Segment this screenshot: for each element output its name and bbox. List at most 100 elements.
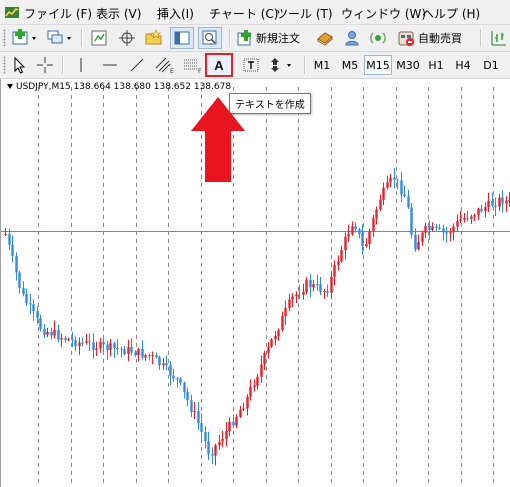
menu-window[interactable]: ウィンドウ (W) xyxy=(341,5,426,22)
ohlc-close: 138.678 xyxy=(193,82,232,92)
candle-body xyxy=(64,338,67,340)
menu-file[interactable]: ファイル (F) xyxy=(24,5,92,22)
community-button[interactable] xyxy=(341,27,363,49)
app-icon xyxy=(5,7,19,18)
period-m15[interactable]: M15 xyxy=(364,55,392,75)
candle-body xyxy=(88,341,91,343)
cursor-button[interactable] xyxy=(9,54,29,76)
candle-body xyxy=(4,233,7,235)
candle-body xyxy=(176,378,179,380)
arrows-button[interactable] xyxy=(266,54,298,76)
toolbar-grip[interactable] xyxy=(3,56,6,74)
symbol-label: USDJPY,M15 xyxy=(16,82,71,92)
candle-body xyxy=(141,348,144,358)
period-m30[interactable]: M30 xyxy=(394,55,422,75)
svg-text:E: E xyxy=(170,68,174,74)
svg-text:F: F xyxy=(198,68,202,74)
candle-body xyxy=(298,294,301,296)
menu-insert[interactable]: 挿入(I) xyxy=(157,5,194,22)
candle-body xyxy=(29,303,32,305)
candle-body xyxy=(288,299,291,308)
candle-body xyxy=(218,441,221,446)
menu-chart[interactable]: チャート (C) xyxy=(209,5,278,22)
candle-body xyxy=(393,177,396,180)
ohlc-low: 138.652 xyxy=(153,82,191,92)
candle-body xyxy=(396,179,399,181)
favorites-button[interactable] xyxy=(143,27,165,49)
candle-body xyxy=(81,342,84,344)
equidistant-channel-button[interactable]: E xyxy=(152,54,176,76)
crosshair-tool-button[interactable] xyxy=(34,54,56,76)
navigator-button[interactable] xyxy=(170,27,194,49)
candle-body xyxy=(225,431,228,439)
candle-body xyxy=(368,231,371,245)
collapse-triangle-icon[interactable] xyxy=(7,84,13,89)
candle-body xyxy=(494,205,497,207)
menu-view[interactable]: 表示 (V) xyxy=(96,5,141,22)
market-watch-button[interactable] xyxy=(88,27,110,49)
terminal-button[interactable] xyxy=(198,27,222,49)
metaeditor-button[interactable] xyxy=(314,27,336,49)
price-chart[interactable] xyxy=(1,79,510,487)
candle-body xyxy=(449,232,452,234)
auto-trading-button[interactable]: 自動売買 xyxy=(396,27,472,49)
period-m5[interactable]: M5 xyxy=(337,55,363,75)
navigator-icon xyxy=(174,31,190,45)
standard-toolbar: 新規注文 自動売買 xyxy=(0,25,510,52)
candle-body xyxy=(407,196,410,208)
candle-body xyxy=(95,348,98,350)
toolbar-grip[interactable] xyxy=(3,29,6,47)
candle-body xyxy=(305,279,308,292)
period-d1[interactable]: D1 xyxy=(478,55,504,75)
book-icon xyxy=(317,32,333,46)
candle-body xyxy=(365,244,368,247)
period-m1[interactable]: M1 xyxy=(309,55,335,75)
candle-body xyxy=(312,284,315,288)
vertical-line-button[interactable] xyxy=(70,54,92,76)
new-chart-button[interactable] xyxy=(10,27,40,49)
candle-body xyxy=(459,219,462,222)
candle-body xyxy=(32,304,35,312)
menu-help[interactable]: ヘルプ (H) xyxy=(422,5,480,22)
candle-body xyxy=(239,409,242,417)
bar-chart-button[interactable] xyxy=(487,27,509,49)
candle-body xyxy=(389,177,392,183)
candle-body xyxy=(78,342,81,347)
candle-body xyxy=(281,316,284,331)
candle-body xyxy=(158,357,161,366)
candle-body xyxy=(193,411,196,413)
candle-body xyxy=(491,200,494,206)
candle-body xyxy=(57,329,60,340)
new-order-button[interactable]: 新規注文 xyxy=(236,27,308,49)
magnifier-chart-icon xyxy=(202,30,217,45)
signals-button[interactable] xyxy=(367,27,389,49)
crosshair-button[interactable] xyxy=(116,27,138,49)
candle-body xyxy=(487,200,490,208)
fibonacci-button[interactable]: F xyxy=(180,54,204,76)
candle-body xyxy=(309,279,312,288)
period-h4[interactable]: H4 xyxy=(450,55,476,75)
profiles-button[interactable] xyxy=(45,27,75,49)
candle-body xyxy=(428,225,431,230)
chart-window[interactable]: USDJPY,M15 138.664 138.680 138.652 138.6… xyxy=(0,79,510,487)
menu-tools[interactable]: ツール (T) xyxy=(276,5,333,22)
text-tool-button[interactable]: A xyxy=(205,53,233,77)
candle-body xyxy=(344,236,347,251)
candle-body xyxy=(442,228,445,233)
candle-body xyxy=(323,290,326,292)
candle-body xyxy=(148,355,151,357)
signal-icon xyxy=(370,32,386,44)
candle-body xyxy=(375,209,378,219)
period-h1[interactable]: H1 xyxy=(423,55,449,75)
candle-body xyxy=(116,348,119,350)
candle-body xyxy=(340,250,343,262)
candle-body xyxy=(53,329,56,336)
candle-body xyxy=(235,416,238,426)
candle-body xyxy=(186,392,189,401)
text-label-button[interactable] xyxy=(240,54,262,76)
candle-body xyxy=(473,215,476,217)
horizontal-line-button[interactable] xyxy=(99,54,121,76)
candle-body xyxy=(246,396,249,409)
candle-body xyxy=(424,225,427,233)
trendline-button[interactable] xyxy=(126,54,148,76)
